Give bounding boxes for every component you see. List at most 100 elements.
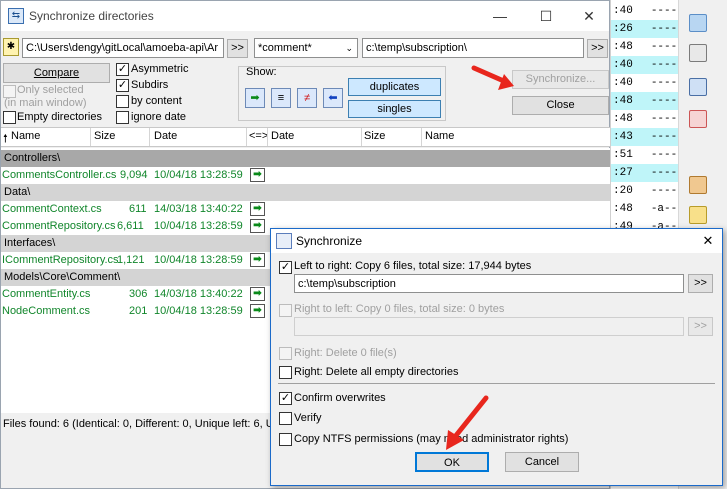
background-list-item: :48 ----: [611, 38, 686, 56]
delete-icon[interactable]: [689, 110, 707, 128]
red-arrow-annotation: [471, 65, 514, 90]
background-attr: ----: [650, 95, 678, 107]
table-row[interactable]: CommentsController.cs 9,094 10/04/18 13:…: [1, 167, 610, 184]
folder-row-controllers[interactable]: Controllers\: [1, 150, 610, 167]
background-attr: ----: [650, 77, 678, 89]
left-to-right-path-input[interactable]: c:\temp\subscription: [294, 274, 684, 293]
ignore-date-checkbox[interactable]: [116, 111, 129, 124]
singles-button[interactable]: singles: [348, 100, 441, 118]
minimize-button[interactable]: —: [477, 1, 523, 31]
confirm-overwrites-checkbox[interactable]: ✓: [279, 392, 292, 405]
background-attr: ----: [650, 167, 678, 179]
background-list-item: :40 ----: [611, 74, 686, 92]
by-content-checkbox[interactable]: [116, 95, 129, 108]
asymmetric-checkbox[interactable]: ✓: [116, 63, 129, 76]
background-attr: ----: [650, 149, 678, 161]
right-delete-files-checkbox[interactable]: [279, 347, 292, 360]
col-date[interactable]: Date: [154, 130, 177, 142]
right-path-input[interactable]: c:\temp\subscription\: [362, 38, 584, 58]
background-time: :27: [613, 167, 633, 179]
verify-checkbox[interactable]: [279, 412, 292, 425]
background-list-item: :51 ----: [611, 146, 686, 164]
background-time: :48: [613, 203, 633, 215]
background-list-item: :40 ----: [611, 56, 686, 74]
col-size[interactable]: Size: [94, 130, 115, 142]
close-window-button[interactable]: ✕: [566, 1, 612, 31]
confirm-overwrites-label: Confirm overwrites: [294, 392, 386, 404]
show-different-icon[interactable]: ≠: [297, 88, 317, 108]
left-path-input[interactable]: C:\Users\dengy\gitLocal\amoeba-api\Ar: [22, 38, 224, 58]
show-equal-icon[interactable]: ≡: [271, 88, 291, 108]
subdirs-checkbox[interactable]: ✓: [116, 79, 129, 92]
synchronize-dialog: Synchronize ✕ ✓ Left to right: Copy 6 fi…: [270, 228, 723, 486]
empty-dirs-label: Empty directories: [17, 111, 102, 123]
background-list-item: :43 ----: [611, 128, 686, 146]
maximize-button[interactable]: ☐: [523, 1, 569, 31]
background-list-item: :48 ----: [611, 110, 686, 128]
close-button[interactable]: Close: [512, 96, 609, 115]
save-disk-icon: [276, 233, 292, 249]
dialog-close-button[interactable]: ✕: [697, 230, 719, 252]
background-time: :40: [613, 59, 633, 71]
show-label: Show:: [246, 66, 277, 78]
background-attr: -a--: [650, 203, 678, 215]
copy-ntfs-checkbox[interactable]: [279, 433, 292, 446]
background-list-item: :40 ----: [611, 2, 686, 20]
new-folder-icon[interactable]: [689, 206, 707, 224]
app-icon: ⇆: [8, 8, 24, 24]
ignore-date-label: ignore date: [131, 111, 187, 123]
background-time: :43: [613, 131, 633, 143]
right-to-left-checkbox[interactable]: [279, 304, 292, 317]
red-arrow-annotation-ok: [446, 395, 489, 450]
left-browse-button[interactable]: >>: [227, 39, 248, 58]
sort-up-icon: 🠕: [3, 133, 8, 145]
copy-right-arrow-icon: ➡: [250, 202, 265, 216]
col-name2[interactable]: Name: [425, 130, 454, 142]
table-row[interactable]: CommentContext.cs 611 14/03/18 13:40:22 …: [1, 201, 610, 218]
star-icon[interactable]: ✱: [3, 38, 19, 56]
pack-icon[interactable]: [689, 176, 707, 194]
copy-right-arrow-icon: ➡: [250, 253, 265, 267]
duplicates-button[interactable]: duplicates: [348, 78, 441, 96]
show-left-to-right-icon[interactable]: ➡: [245, 88, 265, 108]
dialog-browse-button[interactable]: >>: [688, 274, 713, 293]
dialog-browse-button-disabled[interactable]: >>: [688, 317, 713, 336]
synchronize-button[interactable]: Synchronize...: [512, 70, 609, 89]
copy-right-arrow-icon: ➡: [250, 219, 265, 233]
dialog-title-bar: Synchronize ✕: [271, 229, 722, 253]
col-name[interactable]: Name: [11, 130, 40, 142]
chevron-down-icon: ⌄: [345, 43, 353, 53]
background-time: :26: [613, 23, 633, 35]
show-right-to-left-icon[interactable]: ⬅: [323, 88, 343, 108]
right-to-left-path-input[interactable]: [294, 317, 684, 336]
background-attr: ----: [650, 41, 678, 53]
background-time: :40: [613, 77, 633, 89]
background-time: :48: [613, 41, 633, 53]
subdirs-label: Subdirs: [131, 79, 169, 91]
col-date2[interactable]: Date: [271, 130, 294, 142]
cancel-button[interactable]: Cancel: [505, 452, 579, 472]
background-list-item: :27 ----: [611, 164, 686, 182]
background-time: :48: [613, 113, 633, 125]
copy-right-arrow-icon: ➡: [250, 287, 265, 301]
compare-button[interactable]: Compare: [3, 63, 110, 83]
folder-row-data[interactable]: Data\: [1, 184, 610, 201]
copy-icon[interactable]: [689, 78, 707, 96]
col-size2[interactable]: Size: [364, 130, 385, 142]
right-browse-button[interactable]: >>: [587, 39, 608, 58]
left-to-right-label: Left to right: Copy 6 files, total size:…: [294, 260, 532, 272]
empty-dirs-checkbox[interactable]: [3, 111, 16, 124]
background-list-item: :48 ----: [611, 92, 686, 110]
filter-select[interactable]: *comment* ⌄: [254, 38, 358, 58]
background-time: :40: [613, 5, 633, 17]
divider: [278, 383, 715, 384]
background-attr: ----: [650, 59, 678, 71]
col-compare[interactable]: <=>: [249, 130, 268, 142]
edit-file-icon[interactable]: [689, 44, 707, 62]
title-bar: ⇆ Synchronize directories — ☐ ✕: [1, 1, 609, 31]
background-list-item: :26 ----: [611, 20, 686, 38]
right-delete-dirs-checkbox[interactable]: [279, 366, 292, 379]
search-icon[interactable]: [689, 14, 707, 32]
left-to-right-checkbox[interactable]: ✓: [279, 261, 292, 274]
copy-right-arrow-icon: ➡: [250, 168, 265, 182]
